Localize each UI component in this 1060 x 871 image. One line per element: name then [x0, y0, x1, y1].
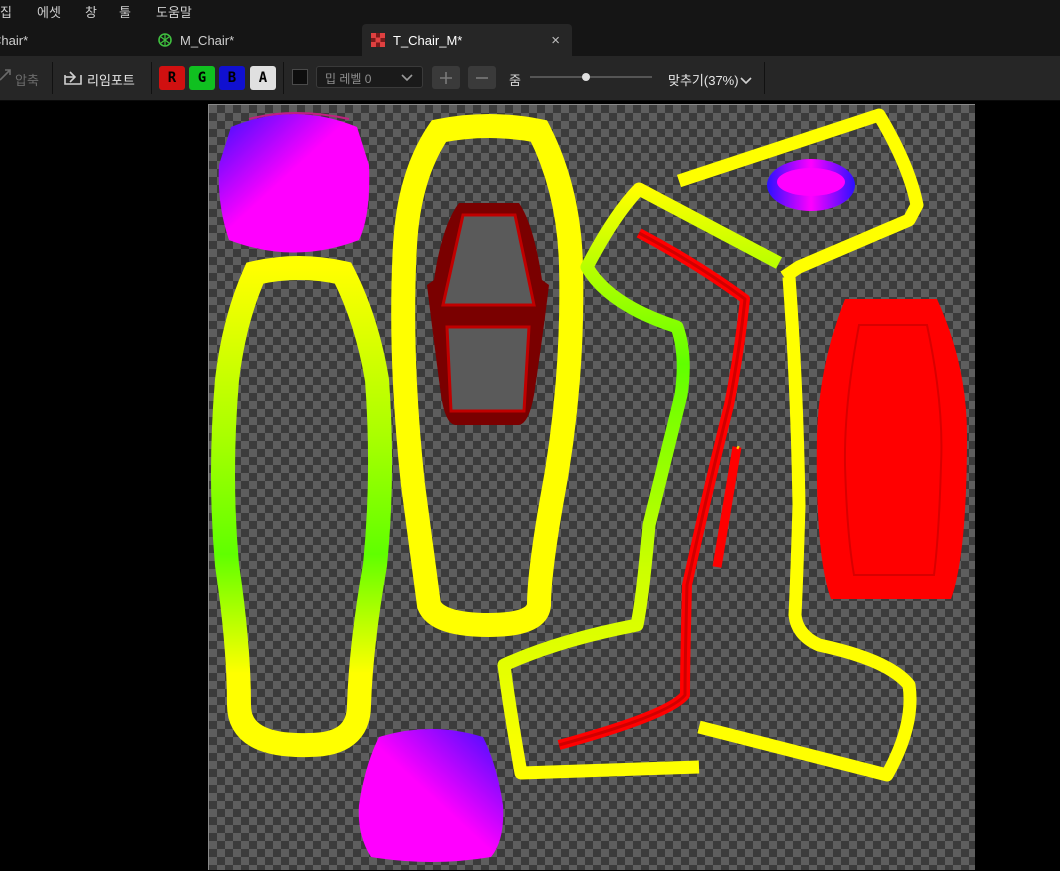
uv-island-seat-top: [218, 114, 370, 253]
toolbar-divider: [764, 62, 765, 94]
menu-item-4[interactable]: 도움말: [156, 2, 192, 21]
uv-island-small-red-strip: [712, 446, 742, 568]
menu-item-2[interactable]: 창: [85, 2, 97, 21]
menu-bar: 집 에셋 창 툴 도움말: [0, 0, 1060, 24]
background-color-swatch[interactable]: [292, 69, 308, 85]
alpha-channel-button[interactable]: A: [250, 66, 276, 90]
menu-item-3[interactable]: 툴: [119, 2, 131, 21]
blue-channel-button[interactable]: B: [219, 66, 245, 90]
tab-m-chair[interactable]: M_Chair*: [158, 24, 348, 56]
toolbar-divider: [52, 62, 53, 94]
uv-island-leg-left: [211, 256, 393, 758]
texture-preview[interactable]: [208, 104, 975, 870]
chevron-down-icon: [740, 73, 752, 91]
increase-mip-button[interactable]: [432, 66, 460, 89]
compress-icon: [0, 68, 12, 87]
decrease-mip-button[interactable]: [468, 66, 496, 89]
menu-item-1[interactable]: 에셋: [37, 2, 61, 21]
reimport-button[interactable]: 리임포트: [87, 70, 135, 89]
mip-level-dropdown[interactable]: 밉 레벨 0: [316, 66, 423, 88]
uv-island-seat-panel: [816, 299, 967, 599]
compress-button[interactable]: 압축: [15, 70, 39, 89]
tab-chair[interactable]: Chair*: [0, 24, 142, 56]
tab-label: T_Chair_M*: [393, 32, 463, 48]
uv-island-seat-bottom: [358, 729, 504, 862]
material-icon: [158, 33, 172, 47]
plus-icon: [439, 71, 453, 90]
mip-level-value: 밉 레벨 0: [325, 72, 372, 86]
tab-label: M_Chair*: [180, 32, 235, 48]
menu-item-0[interactable]: 집: [0, 2, 12, 21]
texture-icon: [371, 33, 385, 47]
chevron-down-icon: [401, 72, 413, 86]
texture-uv-map: [211, 108, 967, 862]
zoom-slider[interactable]: [530, 76, 652, 78]
tab-t-chair-m[interactable]: T_Chair_M* ×: [362, 24, 572, 56]
red-channel-button[interactable]: R: [159, 66, 185, 90]
minus-icon: [475, 71, 489, 90]
zoom-slider-handle[interactable]: [582, 73, 590, 81]
reimport-icon: [63, 68, 83, 91]
tab-label: Chair*: [0, 32, 29, 48]
toolbar-divider: [151, 62, 152, 94]
zoom-label: 줌: [509, 73, 521, 88]
toolbar-divider: [283, 62, 284, 94]
close-icon[interactable]: ×: [551, 32, 560, 49]
fit-zoom-dropdown[interactable]: 맞추기(37%): [668, 70, 739, 89]
tab-strip: Chair* M_Chair* T_Chair_M* ×: [0, 24, 1060, 56]
green-channel-button[interactable]: G: [189, 66, 215, 90]
